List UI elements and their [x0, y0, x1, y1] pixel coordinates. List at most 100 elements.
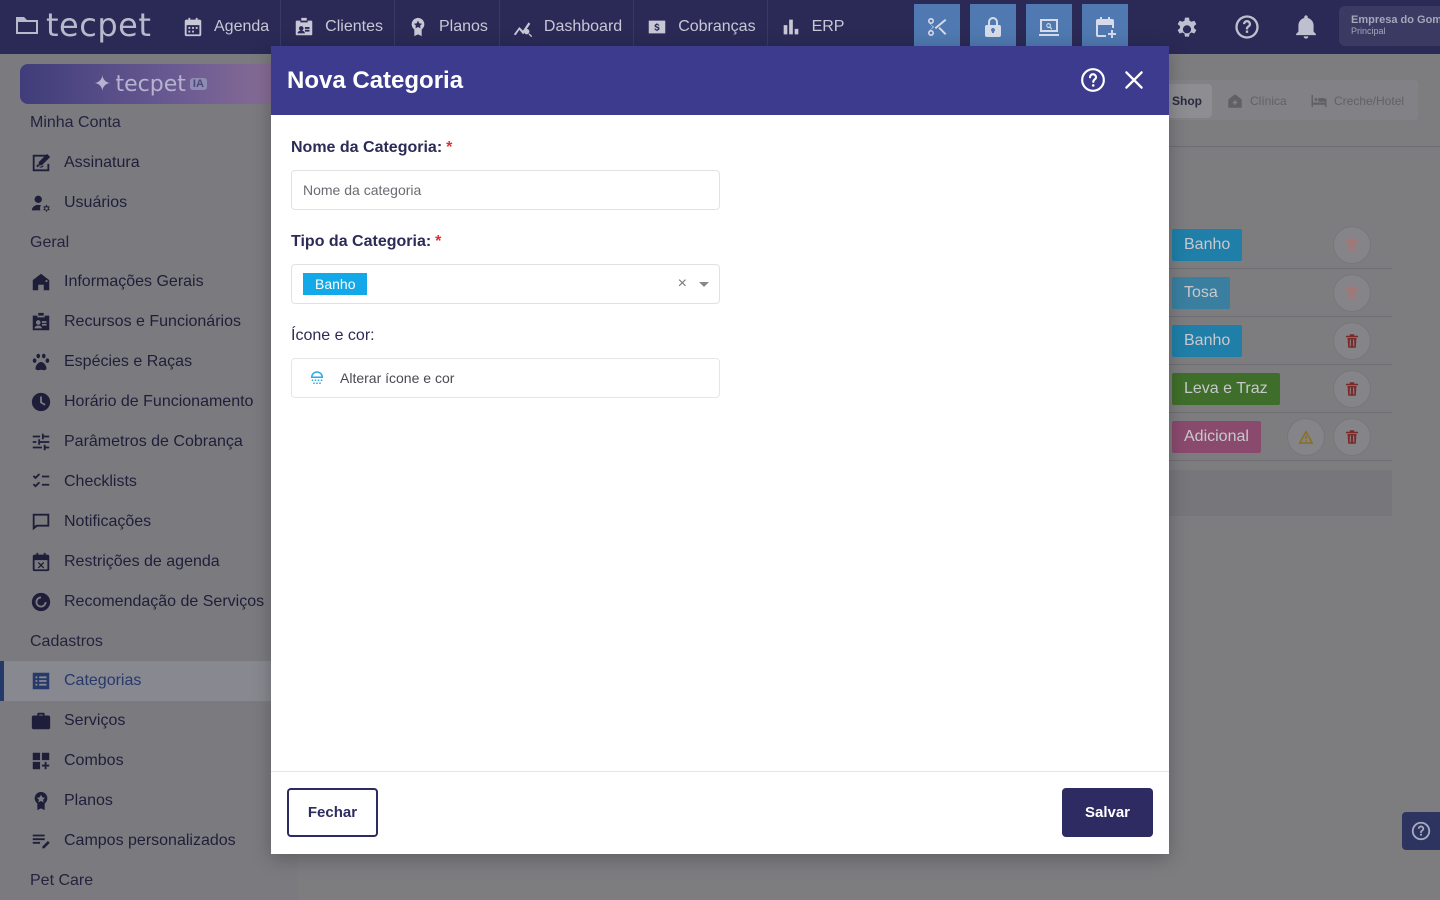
delete-button[interactable] [1333, 418, 1371, 456]
modal-title: Nova Categoria [287, 66, 464, 94]
tecpet-ia-banner[interactable]: ✦ tecpet IA [20, 64, 280, 104]
sidebar-item-campos-personalizados[interactable]: Campos personalizados [0, 821, 298, 861]
sidebar-item-servicos[interactable]: Serviços [0, 701, 298, 741]
clear-selection-button[interactable]: × [678, 275, 687, 293]
quick-action-monitor[interactable] [1026, 4, 1072, 50]
calendar-block-icon [32, 552, 50, 572]
sidebar-item-label: Categorias [64, 672, 142, 689]
section-minha-conta: Minha Conta [30, 114, 121, 131]
ia-badge: IA [189, 78, 207, 90]
warning-indicator[interactable] [1287, 418, 1325, 456]
modal-body: Nome da Categoria:* Tipo da Categoria:* … [271, 115, 1169, 771]
quick-action-lock[interactable] [970, 4, 1016, 50]
clinic-icon [1228, 94, 1242, 108]
sidebar-item-label: Notificações [64, 513, 152, 530]
list-icon [32, 672, 50, 690]
sidebar-item-label: Espécies e Raças [64, 353, 193, 370]
edit-list-icon [32, 834, 50, 849]
category-name-field [291, 170, 720, 210]
sidebar-item-label: Horário de Funcionamento [64, 393, 254, 410]
tab-label: Shop [1172, 94, 1202, 108]
close-button[interactable]: Fechar [287, 788, 378, 837]
sidebar-item-checklists[interactable]: Checklists [0, 462, 298, 502]
company-name: Empresa do Gome [1351, 14, 1440, 26]
sidebar-item-informacoes-gerais[interactable]: Informações Gerais [0, 262, 298, 302]
label-text: Tipo da Categoria: [291, 233, 432, 250]
tecpet-logo[interactable]: tecpet [14, 6, 151, 44]
id-card-icon [295, 17, 313, 36]
modal-help-button[interactable] [1079, 66, 1107, 94]
quick-action-grooming[interactable] [914, 4, 960, 50]
tab-shop[interactable]: Shop [1162, 84, 1212, 118]
modal-header: Nova Categoria [271, 46, 1169, 115]
nav-label: Dashboard [543, 18, 623, 35]
sidebar-item-restricoes-agenda[interactable]: Restrições de agenda [0, 542, 298, 582]
signature-icon [32, 153, 51, 172]
delete-button[interactable] [1333, 370, 1371, 408]
sidebar-item-parametros-cobranca[interactable]: Parâmetros de Cobrança [0, 422, 298, 462]
sidebar-item-especies-racas[interactable]: Espécies e Raças [0, 342, 298, 382]
sidebar-item-recursos-funcionarios[interactable]: Recursos e Funcionários [0, 302, 298, 342]
category-type-select[interactable]: Banho × [291, 264, 720, 304]
badge-icon [32, 312, 50, 331]
row-divider [1160, 268, 1392, 269]
calendar-icon [184, 17, 202, 37]
briefcase-icon [31, 712, 51, 730]
sidebar-item-usuarios[interactable]: Usuários [0, 183, 298, 223]
nav-label: Cobranças [678, 18, 756, 35]
change-icon-color-label: Alterar ícone e cor [340, 370, 455, 386]
sidebar: ✦ tecpet IA Minha Conta Assinatura Usuár… [0, 54, 298, 900]
sidebar-item-combos[interactable]: Combos [0, 741, 298, 781]
recommend-icon [31, 592, 51, 612]
monitor-search-icon [1039, 19, 1059, 36]
sidebar-item-categorias[interactable]: Categorias [0, 661, 298, 701]
nav-label: Planos [438, 18, 488, 35]
sidebar-item-label: Parâmetros de Cobrança [64, 433, 243, 450]
save-button[interactable]: Salvar [1062, 788, 1153, 837]
selected-type-tag[interactable]: Banho [303, 273, 368, 295]
help-icon [1411, 821, 1431, 841]
trash-icon [1346, 238, 1358, 252]
tab-creche-hotel[interactable]: Creche/Hotel [1300, 84, 1414, 118]
sidebar-item-horario-funcionamento[interactable]: Horário de Funcionamento [0, 382, 298, 422]
users-cog-icon [31, 195, 50, 212]
category-type-label: Tipo da Categoria: * [291, 233, 441, 251]
bar-chart-icon [783, 19, 798, 35]
label-text: Nome da Categoria: [291, 139, 443, 156]
help-fab[interactable] [1402, 812, 1440, 850]
chevron-down-icon[interactable] [699, 282, 709, 287]
tab-clinica[interactable]: Clínica [1216, 84, 1297, 118]
settings-button[interactable] [1172, 12, 1202, 42]
divider [1160, 146, 1440, 147]
delete-button[interactable] [1333, 226, 1371, 264]
logo-text: tecpet [46, 6, 152, 44]
company-selector[interactable]: Empresa do Gome Principal [1339, 6, 1440, 46]
gear-icon [1177, 17, 1197, 37]
sidebar-item-notificacoes[interactable]: Notificações [0, 502, 298, 542]
chip-label: Banho [1184, 236, 1231, 253]
category-name-input[interactable] [303, 182, 719, 198]
sidebar-item-recomendacao-servicos[interactable]: Recomendação de Serviços [0, 582, 298, 622]
tab-label: Clínica [1250, 94, 1287, 108]
nav-label: ERP [811, 18, 845, 35]
category-chip: Banho [1172, 325, 1243, 357]
modal-close-button[interactable] [1120, 66, 1148, 94]
row-divider [1160, 316, 1392, 317]
change-icon-color-button[interactable]: Alterar ícone e cor [291, 358, 720, 398]
sidebar-item-planos[interactable]: Planos [0, 781, 298, 821]
nav-agenda[interactable]: Agenda [170, 0, 282, 54]
chip-label: Tosa [1184, 284, 1218, 301]
category-name-label: Nome da Categoria: * [291, 139, 452, 157]
sidebar-item-assinatura[interactable]: Assinatura [0, 143, 298, 183]
delete-button[interactable] [1333, 322, 1371, 360]
list-footer [1160, 470, 1392, 516]
shower-icon [311, 371, 323, 384]
quick-action-new-appointment[interactable] [1082, 4, 1128, 50]
section-cadastros: Cadastros [30, 633, 103, 650]
section-pet-care: Pet Care [30, 872, 94, 889]
notifications-button[interactable] [1291, 12, 1321, 42]
delete-button[interactable] [1333, 274, 1371, 312]
category-chip: Adicional [1172, 421, 1261, 453]
award-icon [34, 791, 48, 811]
help-button[interactable] [1232, 12, 1262, 42]
